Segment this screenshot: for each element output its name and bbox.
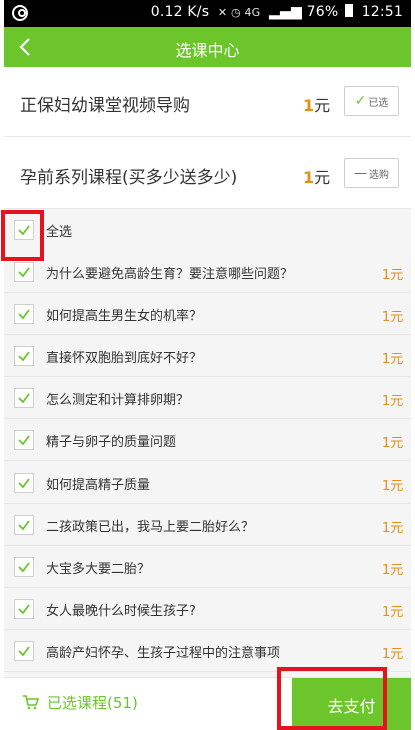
course-title: 高龄产妇怀孕、生孩子过程中的注意事项 — [46, 645, 281, 661]
course-price: 1元 — [382, 352, 404, 368]
course-row: 如何提高生男生女的机率？ 1元 — [4, 293, 411, 336]
app-notification-icon — [12, 5, 28, 21]
package-price: 1元 — [303, 168, 331, 187]
package-price: 1元 — [303, 96, 331, 115]
course-title: 为什么要避免高龄生育？要注意哪些问题？ — [46, 267, 294, 282]
course-price: 1元 — [382, 646, 404, 662]
check-icon — [18, 225, 30, 236]
check-icon — [18, 604, 30, 615]
course-price: 1元 — [382, 562, 404, 578]
course-checkbox[interactable] — [14, 430, 34, 451]
status-right: 0.12 K/s ✕ ◷ 4G ▂▄▆ 76% 12:51 — [151, 4, 403, 20]
clock: 12:51 — [361, 4, 403, 20]
course-price: 1元 — [382, 604, 404, 620]
bottom-bar: 已选课程(51) 去支付 — [4, 677, 411, 730]
pay-button[interactable]: 去支付 — [292, 678, 411, 730]
selected-button[interactable]: ✓ 已选 — [344, 86, 399, 116]
check-icon — [18, 646, 30, 657]
course-row: 高龄产妇怀孕、生孩子过程中的注意事项 1元 — [4, 630, 411, 672]
battery-icon — [344, 4, 353, 17]
selected-courses-label: 已选课程(51) — [47, 694, 138, 712]
dash-icon: — — [354, 165, 367, 181]
network-speed: 0.12 K/s — [150, 4, 210, 20]
battery-level: 76% — [306, 4, 339, 20]
course-row: 如何提高精子质量 1元 — [4, 462, 411, 504]
course-title: 女人最晚什么时候生孩子? — [46, 603, 196, 619]
course-price: 1元 — [382, 520, 404, 536]
course-row: 大宝多大要二胎？ 1元 — [4, 546, 411, 588]
package-name: 孕前系列课程(买多少送多少) — [20, 168, 238, 188]
course-title: 精子与卵子的质量问题 — [46, 435, 177, 451]
course-title: 大宝多大要二胎？ — [46, 561, 151, 577]
check-icon — [18, 477, 30, 488]
check-icon — [18, 351, 30, 362]
course-row: 怎么测定和计算排卵期？ 1元 — [4, 377, 411, 420]
course-checkbox[interactable] — [14, 262, 34, 282]
course-checkbox[interactable] — [14, 640, 34, 661]
buy-button[interactable]: — 选购 — [344, 158, 399, 188]
row-divider — [4, 670, 411, 672]
course-checkbox[interactable] — [14, 598, 34, 619]
course-list: 全选 为什么要避免高龄生育？要注意哪些问题？ 1元 如何提高生男生女的机率？ 1元 直接… — [4, 209, 411, 677]
selected-courses-button[interactable]: 已选课程(51) — [22, 692, 138, 713]
course-checkbox[interactable] — [14, 304, 34, 325]
check-icon — [18, 562, 30, 573]
select-all-checkbox[interactable] — [14, 220, 34, 240]
course-row: 二孩政策已出，我马上要二胎好么？ 1元 — [4, 504, 411, 546]
select-all-row: 全选 — [4, 209, 411, 251]
course-checkbox[interactable] — [14, 346, 34, 367]
system-status-icons: ✕ ◷ 4G — [217, 6, 261, 19]
package-name: 正保妇幼课堂视频导购 — [20, 96, 190, 116]
course-checkbox[interactable] — [14, 388, 34, 409]
status-bar: 0.12 K/s ✕ ◷ 4G ▂▄▆ 76% 12:51 — [4, 0, 411, 27]
checkmark-icon: ✓ — [354, 93, 367, 109]
select-all-label: 全选 — [46, 225, 73, 240]
check-icon — [18, 309, 30, 320]
course-row: 精子与卵子的质量问题 1元 — [4, 419, 411, 462]
course-checkbox[interactable] — [14, 472, 34, 493]
course-checkbox[interactable] — [14, 514, 34, 535]
page-title: 选课中心 — [175, 41, 240, 60]
cart-icon — [23, 695, 39, 710]
package-row-prepregnancy: 孕前系列课程(买多少送多少) 1元 — 选购 — [4, 139, 411, 209]
course-price: 1元 — [382, 478, 404, 494]
course-checkbox[interactable] — [14, 556, 34, 577]
course-title: 直接怀双胞胎到底好不好？ — [46, 351, 203, 367]
course-price: 1元 — [382, 310, 404, 326]
check-icon — [18, 267, 30, 278]
course-title: 二孩政策已出，我马上要二胎好么？ — [46, 519, 255, 535]
signal-icon: ▂▄▆ — [269, 4, 302, 20]
course-row: 为什么要避免高龄生育？要注意哪些问题？ 1元 — [4, 251, 411, 293]
course-price: 1元 — [382, 436, 404, 452]
app-header: 选课中心 — [4, 27, 411, 67]
course-title: 如何提高精子质量 — [46, 477, 151, 493]
package-row-video-guide: 正保妇幼课堂视频导购 1元 ✓ 已选 — [4, 67, 411, 137]
course-title: 如何提高生男生女的机率？ — [46, 309, 203, 325]
course-title: 怎么测定和计算排卵期？ — [46, 393, 190, 409]
course-price: 1元 — [382, 394, 404, 410]
course-price: 1元 — [382, 268, 404, 283]
check-icon — [18, 435, 30, 446]
check-icon — [18, 520, 30, 530]
check-icon — [18, 393, 30, 404]
course-row: 女人最晚什么时候生孩子? 1元 — [4, 588, 411, 630]
course-row: 直接怀双胞胎到底好不好？ 1元 — [4, 335, 411, 378]
